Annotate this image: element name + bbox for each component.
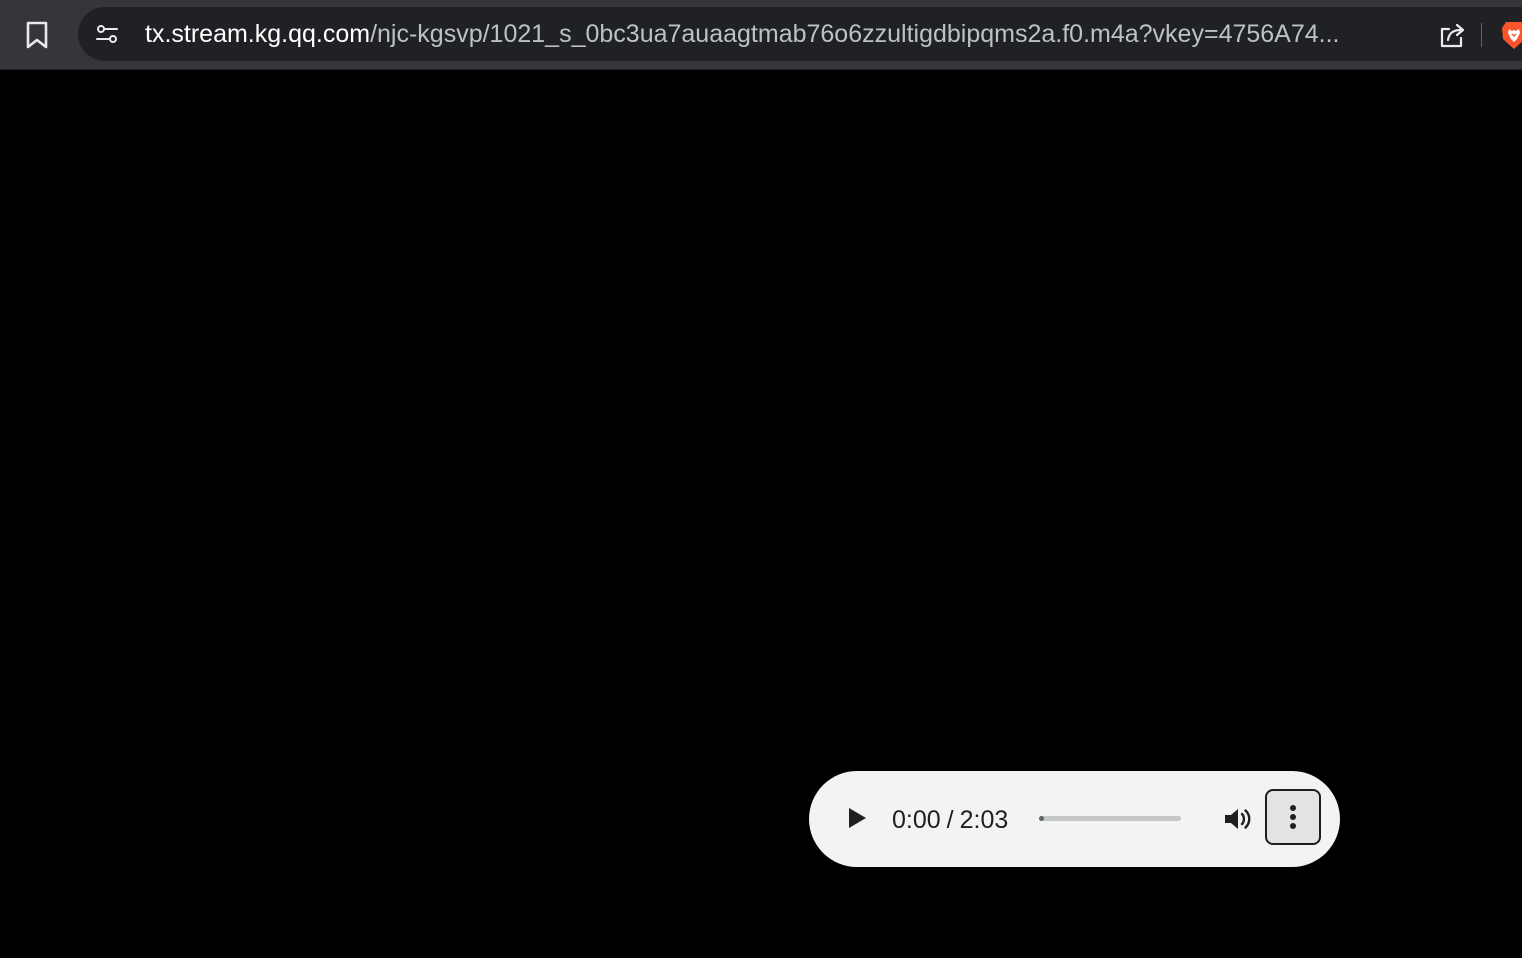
volume-button[interactable] [1217,799,1257,839]
more-options-button[interactable] [1265,789,1321,845]
share-button[interactable] [1432,15,1472,55]
time-separator: / [946,806,954,834]
url-text[interactable]: tx.stream.kg.qq.com/njc-kgsvp/1021_s_0bc… [145,19,1415,49]
toolbar-divider [1481,23,1482,47]
timeline-track [1039,816,1181,821]
play-button[interactable] [837,798,877,838]
url-path: /njc-kgsvp/1021_s_0bc3ua7auaagtmab76o6zz… [370,20,1340,48]
tune-icon [96,25,118,43]
current-time: 0:00 [892,806,941,834]
duration: 2:03 [959,806,1009,834]
share-icon [1440,23,1465,48]
audio-player: 0:00/2:03 [809,771,1340,867]
more-vertical-icon [1290,805,1296,829]
play-icon [849,808,866,828]
site-info-button[interactable] [88,15,126,53]
url-host: tx.stream.kg.qq.com [145,20,371,48]
address-bar[interactable]: tx.stream.kg.qq.com/njc-kgsvp/1021_s_0bc… [78,7,1522,61]
timeline-slider[interactable] [1039,813,1181,825]
browser-toolbar: tx.stream.kg.qq.com/njc-kgsvp/1021_s_0bc… [0,0,1522,70]
bookmark-button[interactable] [16,14,58,56]
time-display: 0:00/2:03 [892,805,1008,835]
bookmark-icon [26,21,48,49]
timeline-progress [1039,816,1044,821]
brave-lion-icon [1502,22,1522,49]
brave-shields-button[interactable] [1498,19,1522,51]
volume-icon [1225,809,1251,829]
